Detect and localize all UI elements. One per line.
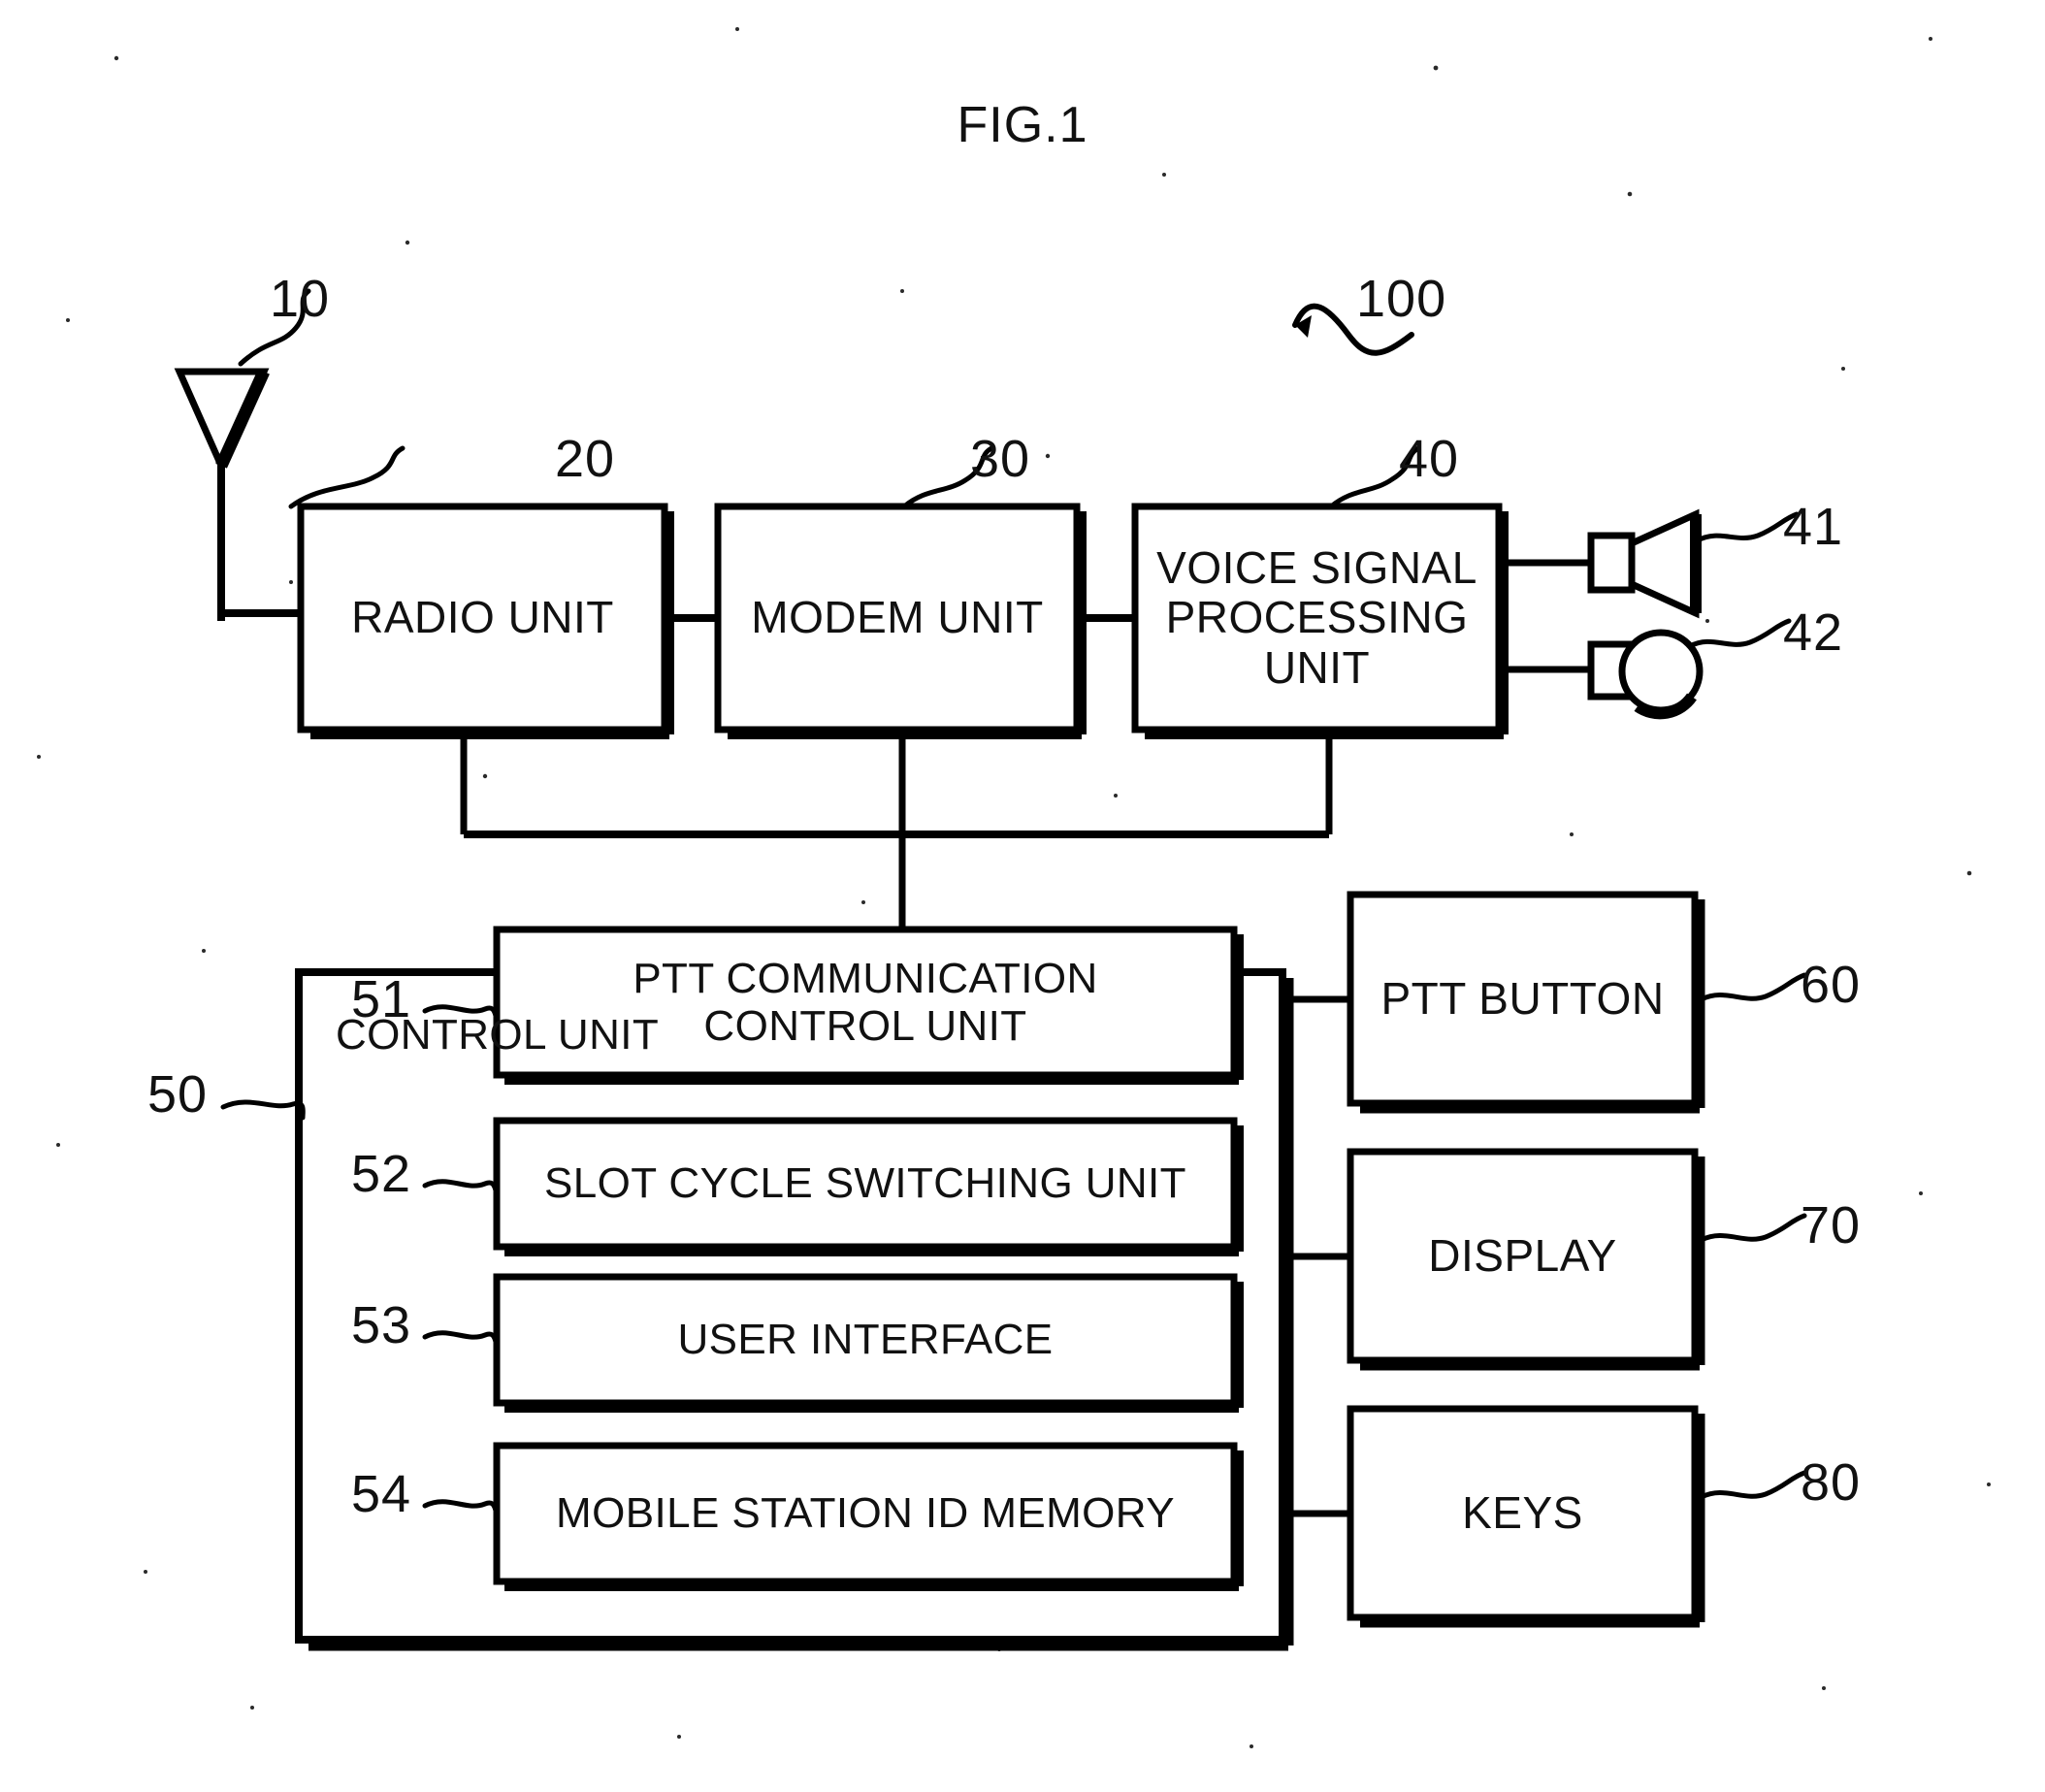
voice-signal-processing-unit-box[interactable]: VOICE SIGNAL PROCESSING UNIT (1135, 506, 1499, 730)
module-54-label: MOBILE STATION ID MEMORY (556, 1489, 1175, 1538)
speaker-icon (1504, 508, 1702, 619)
ref-num-53: 53 (351, 1296, 412, 1354)
display-box[interactable]: DISPLAY (1350, 1152, 1695, 1360)
leader-line-70 (1699, 1213, 1807, 1243)
leader-line-50 (220, 1099, 306, 1121)
ref-num-100: 100 (1356, 270, 1447, 328)
modem-unit-label: MODEM UNIT (751, 592, 1044, 643)
leader-line-20 (288, 445, 406, 509)
module-52-box[interactable]: SLOT CYCLE SWITCHING UNIT (497, 1121, 1234, 1247)
module-51-box[interactable]: PTT COMMUNICATION CONTROL UNIT (497, 929, 1234, 1075)
radio-unit-box[interactable]: RADIO UNIT (301, 506, 665, 730)
module-51-label-line2: CONTROL UNIT (703, 1002, 1027, 1050)
ref-num-20: 20 (555, 430, 616, 488)
vsp-label-line2: PROCESSING (1165, 592, 1469, 643)
vsp-label-line3: UNIT (1263, 641, 1371, 693)
display-label: DISPLAY (1428, 1229, 1617, 1281)
module-53-label: USER INTERFACE (677, 1316, 1054, 1364)
patent-figure-page: FIG.1 10 20 30 40 100 41 42 50 51 52 53 … (0, 0, 2045, 1792)
radio-unit-label: RADIO UNIT (351, 592, 614, 643)
ref-num-50: 50 (147, 1065, 209, 1124)
leader-line-41 (1695, 511, 1800, 543)
figure-title: FIG.1 (957, 97, 1088, 153)
modem-unit-box[interactable]: MODEM UNIT (718, 506, 1077, 730)
ref-num-42: 42 (1783, 603, 1844, 662)
keys-label: KEYS (1462, 1486, 1583, 1538)
vsp-label-line1: VOICE SIGNAL (1156, 541, 1477, 593)
leader-line-42 (1687, 618, 1792, 649)
ref-num-54: 54 (351, 1465, 412, 1523)
ref-num-10: 10 (270, 270, 331, 328)
leader-line-80 (1699, 1470, 1807, 1500)
module-54-box[interactable]: MOBILE STATION ID MEMORY (497, 1446, 1234, 1581)
ref-num-60: 60 (1801, 956, 1862, 1014)
antenna-feed-line (217, 466, 301, 617)
module-52-label: SLOT CYCLE SWITCHING UNIT (544, 1159, 1186, 1208)
module-51-label-line1: PTT COMMUNICATION (633, 954, 1098, 1002)
ref-num-80: 80 (1801, 1453, 1862, 1512)
module-53-box[interactable]: USER INTERFACE (497, 1277, 1234, 1403)
keys-box[interactable]: KEYS (1350, 1409, 1695, 1617)
ref-num-30: 30 (970, 430, 1031, 488)
leader-line-60 (1699, 972, 1807, 1002)
ref-num-70: 70 (1801, 1196, 1862, 1254)
ptt-button-label: PTT BUTTON (1380, 972, 1665, 1024)
ref-num-41: 41 (1783, 498, 1844, 556)
ref-num-52: 52 (351, 1145, 412, 1203)
ptt-button-box[interactable]: PTT BUTTON (1350, 895, 1695, 1103)
microphone-icon (1504, 629, 1704, 720)
ref-num-40: 40 (1399, 430, 1460, 488)
